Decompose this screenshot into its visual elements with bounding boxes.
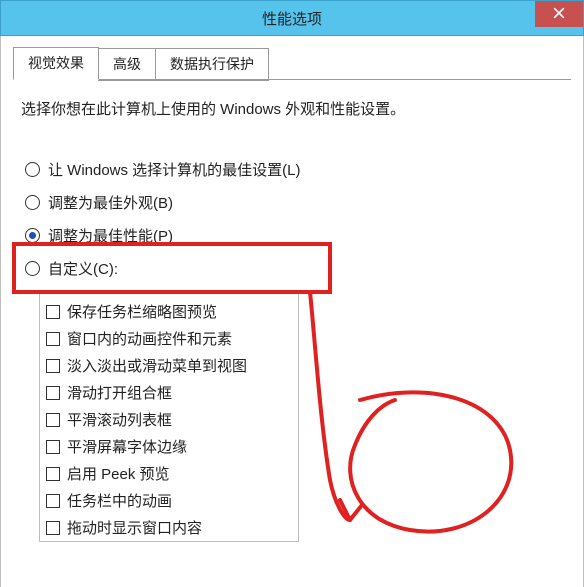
checkbox-icon xyxy=(46,494,60,508)
checkbox-item[interactable]: 窗口内的动画控件和元素 xyxy=(46,325,292,352)
checkbox-label: 任务栏中的动画 xyxy=(67,490,172,511)
intro-text: 选择你想在此计算机上使用的 Windows 外观和性能设置。 xyxy=(21,98,563,119)
tab-label: 视觉效果 xyxy=(28,55,84,71)
checkbox-label: 启用 Peek 预览 xyxy=(67,463,170,484)
radio-label: 自定义(C): xyxy=(48,258,118,279)
checkbox-icon xyxy=(46,386,60,400)
checkbox-label: 拖动时显示窗口内容 xyxy=(67,517,202,538)
close-icon xyxy=(553,6,565,22)
tab-visual-effects[interactable]: 视觉效果 xyxy=(13,47,99,80)
checkbox-item[interactable]: 保存任务栏缩略图预览 xyxy=(46,298,292,325)
tab-advanced[interactable]: 高级 xyxy=(98,48,156,81)
checkbox-icon xyxy=(46,440,60,454)
radio-icon xyxy=(25,162,40,177)
checkbox-icon xyxy=(46,467,60,481)
window-title: 性能选项 xyxy=(262,8,322,29)
checkbox-icon xyxy=(46,521,60,535)
radio-label: 调整为最佳性能(P) xyxy=(48,225,173,246)
close-button[interactable] xyxy=(535,1,583,27)
checkbox-label: 淡入淡出或滑动菜单到视图 xyxy=(67,355,247,376)
checkbox-item[interactable]: 平滑滚动列表框 xyxy=(46,406,292,433)
checkbox-label: 保存任务栏缩略图预览 xyxy=(67,301,217,322)
radio-best-performance[interactable]: 调整为最佳性能(P) xyxy=(21,219,563,252)
radio-best-appearance[interactable]: 调整为最佳外观(B) xyxy=(21,186,563,219)
checkbox-item[interactable]: 平滑屏幕字体边缘 xyxy=(46,433,292,460)
radio-custom[interactable]: 自定义(C): xyxy=(21,252,563,285)
title-bar: 性能选项 xyxy=(0,0,584,36)
checkbox-item[interactable]: 淡入淡出或滑动菜单到视图 xyxy=(46,352,292,379)
radio-label: 让 Windows 选择计算机的最佳设置(L) xyxy=(48,159,301,180)
checkbox-item[interactable]: 拖动时显示窗口内容 xyxy=(46,514,292,541)
checkbox-item[interactable]: 任务栏中的动画 xyxy=(46,487,292,514)
tab-label: 高级 xyxy=(113,56,141,72)
radio-let-windows[interactable]: 让 Windows 选择计算机的最佳设置(L) xyxy=(21,153,563,186)
radio-group: 让 Windows 选择计算机的最佳设置(L) 调整为最佳外观(B) 调整为最佳… xyxy=(21,153,563,285)
checkbox-icon xyxy=(46,359,60,373)
checkbox-list: 保存任务栏缩略图预览 窗口内的动画控件和元素 淡入淡出或滑动菜单到视图 滑动打开… xyxy=(39,291,299,542)
tab-content: 选择你想在此计算机上使用的 Windows 外观和性能设置。 让 Windows… xyxy=(13,80,571,542)
checkbox-item[interactable]: 启用 Peek 预览 xyxy=(46,460,292,487)
checkbox-label: 窗口内的动画控件和元素 xyxy=(67,328,232,349)
checkbox-label: 平滑滚动列表框 xyxy=(67,409,172,430)
checkbox-icon xyxy=(46,305,60,319)
tab-label: 数据执行保护 xyxy=(170,56,254,72)
radio-icon xyxy=(25,228,40,243)
radio-icon xyxy=(25,261,40,276)
radio-icon xyxy=(25,195,40,210)
checkbox-icon xyxy=(46,332,60,346)
tab-strip: 视觉效果 高级 数据执行保护 xyxy=(13,50,571,80)
dialog-body: 视觉效果 高级 数据执行保护 选择你想在此计算机上使用的 Windows 外观和… xyxy=(0,36,584,587)
checkbox-icon xyxy=(46,413,60,427)
tab-dep[interactable]: 数据执行保护 xyxy=(155,48,269,81)
checkbox-label: 平滑屏幕字体边缘 xyxy=(67,436,187,457)
checkbox-label: 滑动打开组合框 xyxy=(67,382,172,403)
radio-label: 调整为最佳外观(B) xyxy=(48,192,173,213)
checkbox-item[interactable]: 滑动打开组合框 xyxy=(46,379,292,406)
